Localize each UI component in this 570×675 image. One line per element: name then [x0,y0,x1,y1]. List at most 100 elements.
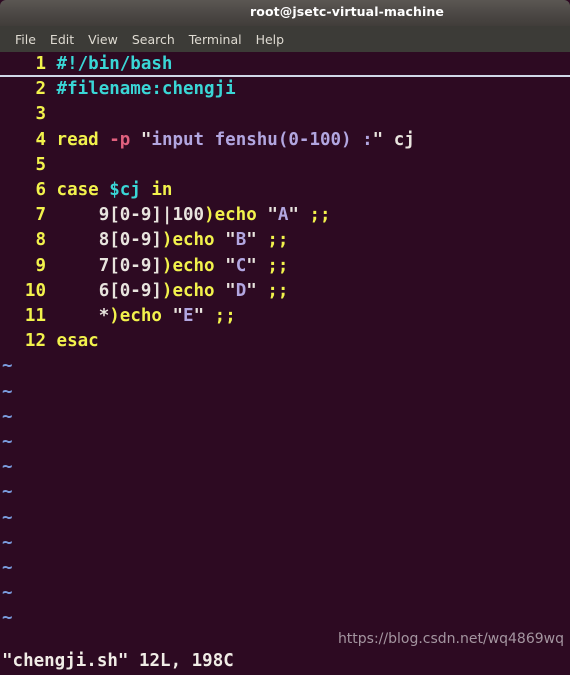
code-token: ) [161,280,173,301]
code-token: esac [56,331,99,352]
code-token: " [172,305,184,326]
code-token: echo [172,230,215,251]
code-token: cj [383,129,415,150]
code-token: " [246,255,257,276]
line-number: 2 [35,79,46,100]
code-line[interactable]: 1 #!/bin/bash [0,52,570,78]
line-number: 3 [35,104,46,125]
code-token: case [56,179,110,200]
line-number: 12 [24,331,46,352]
code-line[interactable]: 3 [0,102,570,127]
code-line[interactable]: 11 *)echo "E" ;; [0,304,570,329]
code-token: " [140,129,152,150]
code-token: ) [161,230,173,251]
code-token: " [267,205,278,226]
code-token: $cj [109,179,141,200]
code-token: " [225,255,236,276]
vim-filler-tilde: ~ [2,482,13,503]
code-token: B [235,230,247,251]
code-line[interactable]: 6 case $cj in [0,178,570,203]
line-number: 4 [35,129,46,150]
code-line[interactable]: 5 [0,153,570,178]
menu-item-help[interactable]: Help [249,32,292,47]
vim-filler-tilde: ~ [2,457,13,478]
code-line[interactable]: 12 esac [0,329,570,354]
code-token: A [277,205,289,226]
menu-item-terminal[interactable]: Terminal [182,32,249,47]
code-token: ;; [267,230,289,251]
code-token: input fenshu(0-100) : [151,129,373,150]
code-token: echo [214,205,257,226]
menu-item-view[interactable]: View [81,32,125,47]
vim-filler-tilde: ~ [2,356,13,377]
code-token: " [225,280,236,301]
code-token: 7[0-9] [56,255,162,276]
line-number: 10 [24,280,46,301]
vim-filler-tilde: ~ [2,507,13,528]
code-token: " [246,230,257,251]
code-line[interactable]: 4 read -p "input fenshu(0-100) :" cj [0,128,570,153]
menu-item-search[interactable]: Search [125,32,182,47]
vim-status-line: "chengji.sh" 12L, 198C [2,651,234,671]
code-token: " [372,129,384,150]
code-token: " [288,205,299,226]
line-number: 8 [35,230,46,251]
code-token: " [225,230,236,251]
vim-filler-tilde: ~ [2,583,13,604]
code-line[interactable]: 9 7[0-9])echo "C" ;; [0,254,570,279]
code-token: 9[0-9]|100 [56,205,205,226]
code-token: E [183,305,194,326]
line-number: 1 [35,54,46,74]
code-line[interactable]: 8 8[0-9])echo "B" ;; [0,228,570,253]
vim-filler-tilde: ~ [2,532,13,553]
code-token: echo [119,305,162,326]
vim-filler-tilde: ~ [2,431,13,452]
code-token: * [56,305,110,326]
line-number: 7 [35,205,46,226]
window-titlebar[interactable]: root@jsetc-virtual-machine [0,0,570,26]
code-token: ) [109,305,120,326]
code-token: " [246,280,257,301]
vim-filler-area: ~ ~ ~ ~ ~ ~ ~ ~ ~ ~ ~ [0,354,570,631]
code-line[interactable]: 2 #filename:chengji [0,77,570,102]
menu-item-edit[interactable]: Edit [43,32,81,47]
terminal-window: root@jsetc-virtual-machine File Edit View S… [0,0,570,675]
code-token: ) [204,205,215,226]
code-line[interactable]: 7 9[0-9]|100)echo "A" ;; [0,203,570,228]
line-number: 11 [24,305,46,326]
vim-buffer: 1 #!/bin/bash 2 #filename:chengji 3 4 read… [0,52,570,354]
window-title: root@jsetc-virtual-machine [250,4,444,19]
vim-filler-tilde: ~ [2,608,13,629]
code-token: ;; [309,205,331,226]
menu-bar: File Edit View Search Terminal Help [0,26,570,52]
code-token: echo [172,280,215,301]
watermark-text: https://blog.csdn.net/wq4869wq [337,631,564,647]
vim-editor[interactable]: 1 #!/bin/bash 2 #filename:chengji 3 4 read… [0,52,570,675]
code-token: -p [109,129,131,150]
menu-item-file[interactable]: File [8,32,43,47]
vim-filler-tilde: ~ [2,381,13,402]
vim-filler-tilde: ~ [2,557,13,578]
code-line[interactable]: 10 6[0-9])echo "D" ;; [0,279,570,304]
code-token: ;; [214,305,236,326]
code-token: ;; [267,280,289,301]
code-token: read [56,129,110,150]
